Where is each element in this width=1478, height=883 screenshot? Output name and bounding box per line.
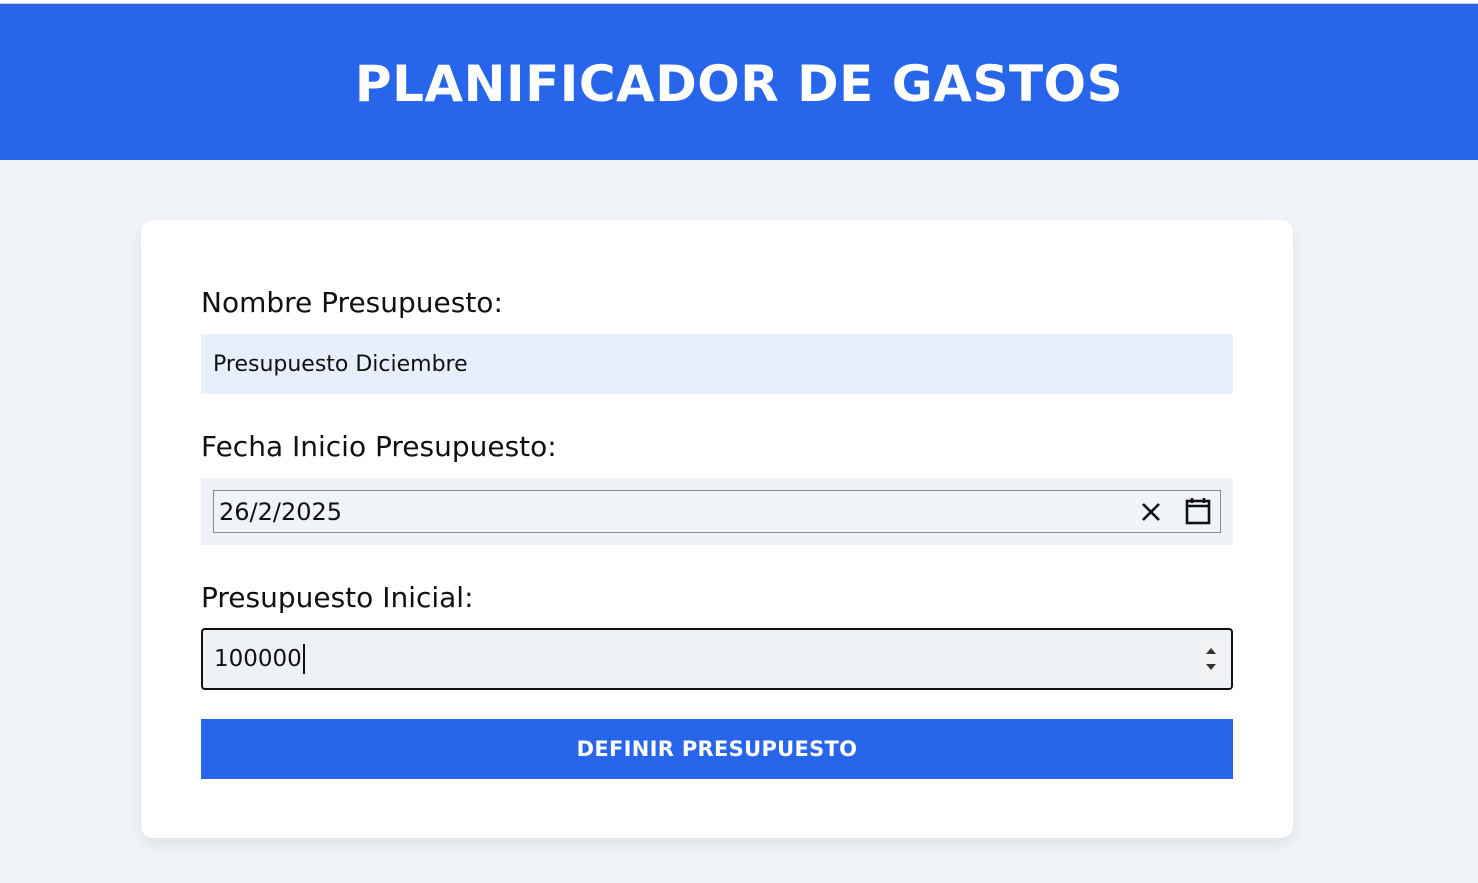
- budget-form-card: Nombre Presupuesto: Presupuesto Diciembr…: [141, 220, 1293, 838]
- app-header: PLANIFICADOR DE GASTOS: [0, 4, 1478, 160]
- number-spinner[interactable]: [1199, 640, 1223, 678]
- page-title: PLANIFICADOR DE GASTOS: [354, 55, 1124, 113]
- chevron-up-icon[interactable]: [1204, 645, 1218, 657]
- initial-budget-label: Presupuesto Inicial:: [201, 581, 474, 614]
- chevron-down-icon[interactable]: [1204, 661, 1218, 673]
- budget-name-label: Nombre Presupuesto:: [201, 286, 503, 319]
- initial-budget-input[interactable]: 100000: [201, 628, 1233, 690]
- start-date-label: Fecha Inicio Presupuesto:: [201, 430, 557, 463]
- start-date-value: 26/2/2025: [219, 497, 343, 526]
- budget-name-input[interactable]: Presupuesto Diciembre: [201, 334, 1233, 394]
- initial-budget-value: 100000: [214, 646, 302, 672]
- start-date-container: 26/2/2025: [201, 478, 1233, 545]
- start-date-input[interactable]: 26/2/2025: [213, 490, 1221, 533]
- text-caret: [302, 644, 305, 674]
- close-icon[interactable]: [1138, 499, 1164, 525]
- define-budget-button[interactable]: DEFINIR PRESUPUESTO: [201, 719, 1233, 779]
- budget-name-value: Presupuesto Diciembre: [213, 351, 468, 377]
- calendar-icon[interactable]: [1184, 496, 1212, 526]
